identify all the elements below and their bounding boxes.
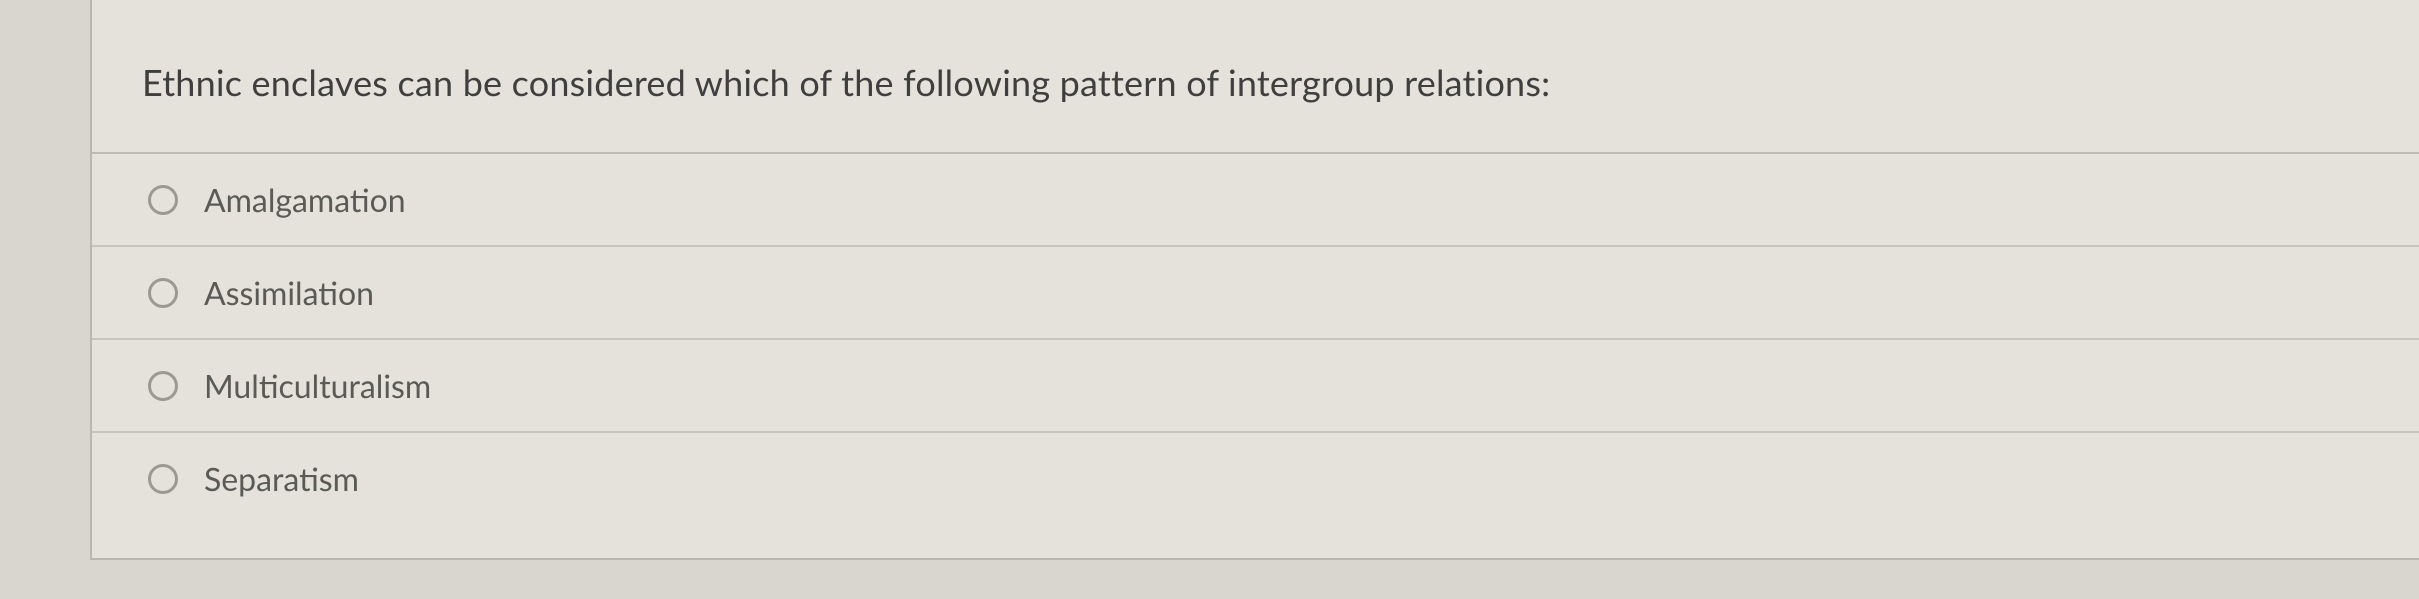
radio-icon[interactable] — [148, 464, 178, 494]
option-label: Amalgamation — [204, 180, 406, 219]
radio-icon[interactable] — [148, 371, 178, 401]
option-label: Separatism — [204, 459, 359, 498]
question-prompt-area: Ethnic enclaves can be considered which … — [92, 0, 2419, 152]
option-row-separatism[interactable]: Separatism — [92, 433, 2419, 524]
option-label: Assimilation — [204, 273, 374, 312]
option-row-multiculturalism[interactable]: Multiculturalism — [92, 340, 2419, 433]
option-row-amalgamation[interactable]: Amalgamation — [92, 154, 2419, 247]
option-label: Multiculturalism — [204, 366, 431, 405]
quiz-question-card: Ethnic enclaves can be considered which … — [90, 0, 2419, 560]
radio-icon[interactable] — [148, 278, 178, 308]
question-prompt: Ethnic enclaves can be considered which … — [142, 60, 2369, 104]
radio-icon[interactable] — [148, 185, 178, 215]
options-list: Amalgamation Assimilation Multiculturali… — [92, 152, 2419, 524]
option-row-assimilation[interactable]: Assimilation — [92, 247, 2419, 340]
